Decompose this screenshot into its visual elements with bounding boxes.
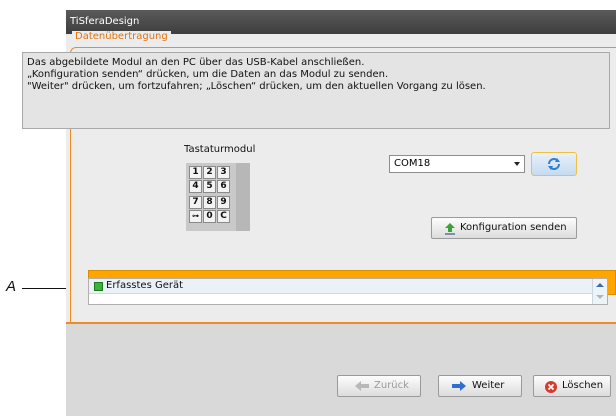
port-select-value: COM18 xyxy=(394,158,431,169)
device-status-list: Erfasstes Gerät xyxy=(88,278,608,305)
back-label: Zurück xyxy=(374,380,409,391)
instructions-box: Das abgebildete Modul an den PC über das… xyxy=(22,52,610,129)
chevron-down-icon[interactable] xyxy=(514,162,520,166)
cancel-icon xyxy=(545,381,557,393)
keypad-image: 1 2 3 4 5 6 7 8 9 ⊶ 0 C xyxy=(186,163,250,231)
group-legend: Datenübertragung xyxy=(72,31,171,43)
delete-label: Löschen xyxy=(562,380,604,391)
status-led-icon xyxy=(94,282,103,291)
port-select[interactable]: COM18 xyxy=(389,155,525,173)
keypad-key: C xyxy=(217,210,230,223)
next-button[interactable]: Weiter xyxy=(438,375,522,397)
keypad-key: 8 xyxy=(203,196,216,209)
keypad-key: 1 xyxy=(189,166,202,179)
delete-button[interactable]: Löschen xyxy=(533,375,611,397)
keypad-key: 6 xyxy=(217,180,230,193)
send-configuration-button[interactable]: Konfiguration senden xyxy=(431,217,577,239)
refresh-button[interactable] xyxy=(531,152,577,176)
footer-bar xyxy=(66,324,616,416)
keypad-key: 3 xyxy=(217,166,230,179)
next-label: Weiter xyxy=(472,380,505,391)
arrow-left-icon xyxy=(355,381,369,391)
key-icon: ⊶ xyxy=(189,210,202,223)
list-item: Erfasstes Gerät xyxy=(89,279,593,294)
module-label: Tastaturmodul xyxy=(184,144,256,155)
callout-label: A xyxy=(6,278,17,295)
instruction-line: "Weiter" drücken, um fortzufahren; „Lösc… xyxy=(27,81,486,92)
scroll-up-icon[interactable] xyxy=(596,283,604,287)
instruction-line: „Konfiguration senden“ drücken, um die D… xyxy=(27,69,389,80)
keypad-key: 2 xyxy=(203,166,216,179)
scroll-down-icon[interactable] xyxy=(596,295,604,299)
keypad-key: 5 xyxy=(203,180,216,193)
scrollbar[interactable] xyxy=(592,279,607,304)
keypad-key: 0 xyxy=(203,210,216,223)
send-configuration-label: Konfiguration senden xyxy=(460,222,567,233)
keypad-side xyxy=(236,163,250,231)
keypad-key: 7 xyxy=(189,196,202,209)
refresh-icon xyxy=(548,158,560,170)
upload-arrow-icon xyxy=(445,223,455,235)
keypad-key: 4 xyxy=(189,180,202,193)
instruction-line: Das abgebildete Modul an den PC über das… xyxy=(27,57,365,68)
arrow-right-icon xyxy=(452,381,466,391)
status-text: Erfasstes Gerät xyxy=(106,280,184,291)
back-button[interactable]: Zurück xyxy=(337,375,421,397)
keypad-key: 9 xyxy=(217,196,230,209)
